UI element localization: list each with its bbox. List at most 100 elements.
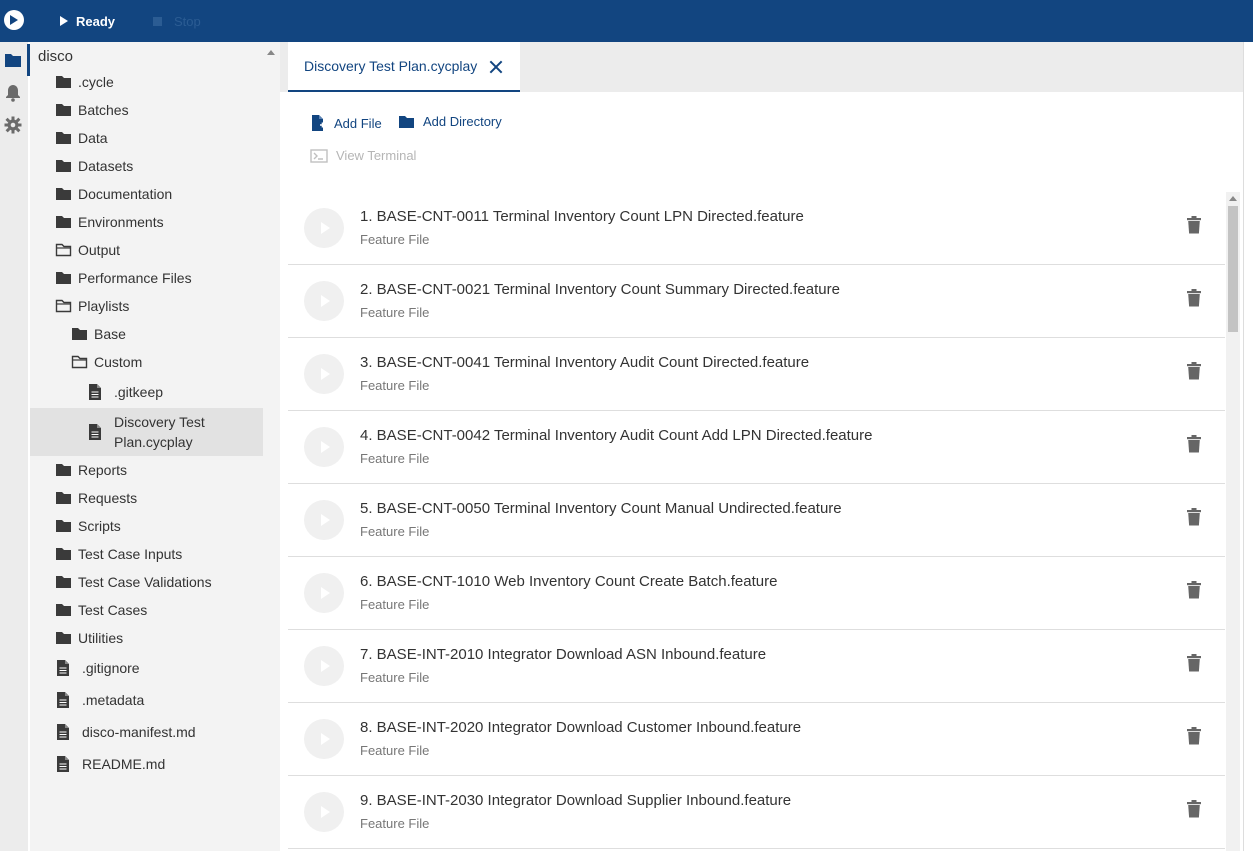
tree-file[interactable]: .metadata xyxy=(54,686,144,714)
stop-button-label: Stop xyxy=(174,13,201,29)
tree-item-label: Documentation xyxy=(78,186,173,202)
tab-discovery-test-plan[interactable]: Discovery Test Plan.cycplay xyxy=(288,42,520,92)
tree-file[interactable]: README.md xyxy=(54,750,165,778)
tree-folder[interactable]: Reports xyxy=(54,456,127,484)
folder-icon xyxy=(54,102,72,118)
playlist-item-title: 5. BASE-CNT-0050 Terminal Inventory Coun… xyxy=(360,500,842,517)
trash-icon[interactable] xyxy=(1187,581,1203,601)
play-item-button[interactable] xyxy=(304,792,344,832)
playlist-item-type: Feature File xyxy=(360,816,430,831)
trash-icon[interactable] xyxy=(1187,727,1203,747)
tree-file[interactable]: Discovery Test Plan.cycplay xyxy=(30,408,263,456)
playlist-item[interactable]: 2. BASE-CNT-0021 Terminal Inventory Coun… xyxy=(288,265,1225,338)
tab-bar: Discovery Test Plan.cycplay xyxy=(280,42,1243,92)
trash-icon[interactable] xyxy=(1187,435,1203,455)
trash-icon[interactable] xyxy=(1187,800,1203,820)
playlist-item-type: Feature File xyxy=(360,670,430,685)
playlist-item[interactable]: 7. BASE-INT-2010 Integrator Download ASN… xyxy=(288,630,1225,703)
playlist-item-title: 4. BASE-CNT-0042 Terminal Inventory Audi… xyxy=(360,427,873,444)
tree-folder[interactable]: .cycle xyxy=(54,68,114,96)
folder-icon xyxy=(54,602,72,618)
folder-open-icon xyxy=(54,298,72,314)
tree-item-label: Output xyxy=(78,242,121,258)
tree-folder[interactable]: Requests xyxy=(54,484,137,512)
tree-item-label: Datasets xyxy=(78,158,134,174)
folder-icon xyxy=(70,326,88,342)
add-directory-button[interactable]: Add Directory xyxy=(398,114,502,129)
play-item-button[interactable] xyxy=(304,573,344,613)
tree-item-label: README.md xyxy=(82,756,166,772)
trash-icon[interactable] xyxy=(1187,654,1203,674)
playlist-item[interactable]: 6. BASE-CNT-1010 Web Inventory Count Cre… xyxy=(288,557,1225,630)
tree-folder[interactable]: Datasets xyxy=(54,152,133,180)
tree-root-label[interactable]: disco xyxy=(38,48,73,65)
playlist-scrollbar[interactable] xyxy=(1226,192,1240,851)
folder-icon xyxy=(54,130,72,146)
tree-folder[interactable]: Test Case Validations xyxy=(54,568,212,596)
playlist-item[interactable]: 4. BASE-CNT-0042 Terminal Inventory Audi… xyxy=(288,411,1225,484)
play-item-button[interactable] xyxy=(304,500,344,540)
tree-folder[interactable]: Utilities xyxy=(54,624,123,652)
gear-icon[interactable] xyxy=(4,116,22,134)
trash-icon[interactable] xyxy=(1187,362,1203,382)
playlist-item-type: Feature File xyxy=(360,743,430,758)
playlist-item-type: Feature File xyxy=(360,232,430,247)
folder-icon xyxy=(54,630,72,646)
play-item-button[interactable] xyxy=(304,719,344,759)
folder-icon xyxy=(54,574,72,590)
add-file-button[interactable]: Add File xyxy=(310,114,382,132)
run-button[interactable]: Ready xyxy=(60,12,115,30)
tree-folder[interactable]: Data xyxy=(54,124,108,152)
tree-folder[interactable]: Environments xyxy=(54,208,164,236)
playlist-item[interactable]: 9. BASE-INT-2030 Integrator Download Sup… xyxy=(288,776,1225,849)
tree-folder[interactable]: Test Case Inputs xyxy=(54,540,182,568)
tree-folder[interactable]: Documentation xyxy=(54,180,172,208)
scroll-up-arrow-icon[interactable] xyxy=(267,50,275,55)
play-item-button[interactable] xyxy=(304,208,344,248)
playlist-item[interactable]: 8. BASE-INT-2020 Integrator Download Cus… xyxy=(288,703,1225,776)
close-icon[interactable] xyxy=(488,59,504,75)
tree-folder[interactable]: Playlists xyxy=(54,292,129,320)
play-item-button[interactable] xyxy=(304,427,344,467)
play-item-button[interactable] xyxy=(304,354,344,394)
tree-folder[interactable]: Test Cases xyxy=(54,596,147,624)
stop-icon xyxy=(153,16,162,26)
trash-icon[interactable] xyxy=(1187,216,1203,236)
playlist-item[interactable]: 1. BASE-CNT-0011 Terminal Inventory Coun… xyxy=(288,192,1225,265)
tree-file[interactable]: .gitignore xyxy=(54,654,140,682)
tree-folder[interactable]: Custom xyxy=(70,348,142,376)
app-logo-icon[interactable] xyxy=(4,10,24,30)
tree-item-label: Scripts xyxy=(78,518,121,534)
play-item-button[interactable] xyxy=(304,281,344,321)
folder-icon[interactable] xyxy=(4,52,22,70)
bell-icon[interactable] xyxy=(4,84,22,102)
tree-item-label: Utilities xyxy=(78,630,124,646)
trash-icon[interactable] xyxy=(1187,289,1203,309)
playlist-item-title: 6. BASE-CNT-1010 Web Inventory Count Cre… xyxy=(360,573,778,590)
tree-folder[interactable]: Performance Files xyxy=(54,264,192,292)
folder-icon xyxy=(54,546,72,562)
stop-button[interactable]: Stop xyxy=(153,12,201,30)
playlist-item-title: 7. BASE-INT-2010 Integrator Download ASN… xyxy=(360,646,767,663)
scroll-up-arrow-icon[interactable] xyxy=(1229,196,1237,201)
playlist-item[interactable]: 5. BASE-CNT-0050 Terminal Inventory Coun… xyxy=(288,484,1225,557)
playlist-item[interactable]: 3. BASE-CNT-0041 Terminal Inventory Audi… xyxy=(288,338,1225,411)
tree-item-label: Environments xyxy=(78,214,164,230)
playlist-item-title: 8. BASE-INT-2020 Integrator Download Cus… xyxy=(360,719,802,736)
view-terminal-button[interactable]: View Terminal xyxy=(310,148,416,163)
tree-item-label: .cycle xyxy=(78,74,114,90)
tree-folder[interactable]: Base xyxy=(70,320,126,348)
tree-folder[interactable]: Output xyxy=(54,236,120,264)
folder-icon xyxy=(54,74,72,90)
tree-folder[interactable]: Batches xyxy=(54,96,129,124)
terminal-icon xyxy=(310,148,328,163)
tree-file[interactable]: .gitkeep xyxy=(86,378,163,406)
scrollbar-thumb[interactable] xyxy=(1228,206,1238,332)
tree-item-label: Reports xyxy=(78,462,128,478)
folder-open-icon xyxy=(70,354,88,370)
tree-file[interactable]: disco-manifest.md xyxy=(54,718,196,746)
trash-icon[interactable] xyxy=(1187,508,1203,528)
play-item-button[interactable] xyxy=(304,646,344,686)
add-file-icon xyxy=(312,115,325,131)
tree-folder[interactable]: Scripts xyxy=(54,512,121,540)
